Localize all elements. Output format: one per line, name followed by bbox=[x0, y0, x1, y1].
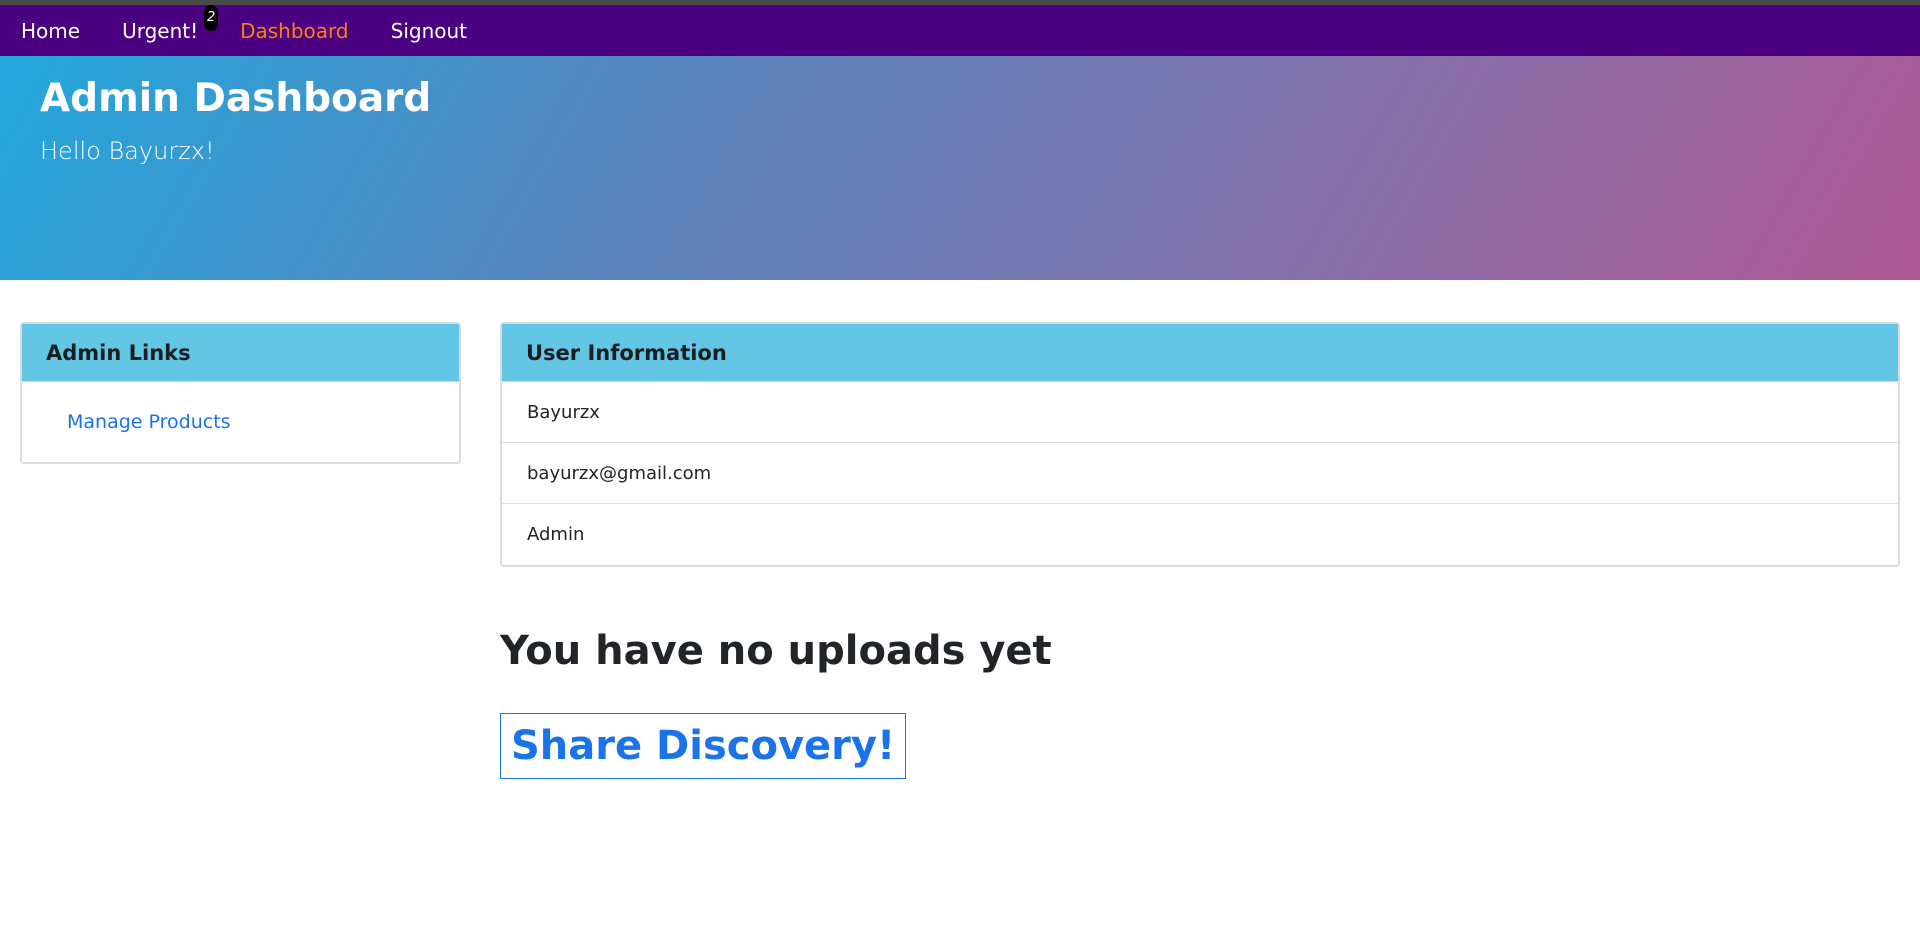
nav-home-link[interactable]: Home bbox=[21, 19, 80, 43]
nav-urgent-label: Urgent! bbox=[122, 18, 199, 43]
user-email-row: bayurzx@gmail.com bbox=[502, 443, 1898, 504]
share-discovery-button[interactable]: Share Discovery! bbox=[500, 713, 907, 779]
urgent-count-badge: 2 bbox=[204, 4, 219, 31]
user-information-header: User Information bbox=[502, 324, 1898, 382]
user-role-row: Admin bbox=[527, 524, 585, 545]
page-title: Admin Dashboard bbox=[40, 76, 432, 121]
admin-links-card: Admin Links Manage Products bbox=[20, 322, 461, 464]
main-panel: User Information Bayurzx bayurzx@gmail.c… bbox=[500, 322, 1900, 779]
content-area: Admin Links Manage Products User Informa… bbox=[0, 280, 1920, 779]
nav-urgent-link[interactable]: Urgent! 2 bbox=[122, 4, 219, 43]
top-navbar: Home Urgent! 2 Dashboard Signout bbox=[0, 4, 1920, 56]
nav-signout-link[interactable]: Signout bbox=[391, 19, 467, 43]
user-information-card: User Information Bayurzx bayurzx@gmail.c… bbox=[500, 322, 1900, 567]
hero-banner: Admin Dashboard Hello Bayurzx! bbox=[0, 56, 1920, 280]
admin-links-header: Admin Links bbox=[22, 324, 459, 382]
sidebar: Admin Links Manage Products bbox=[20, 322, 461, 779]
manage-products-link[interactable]: Manage Products bbox=[67, 411, 231, 433]
admin-links-body: Manage Products bbox=[22, 382, 459, 462]
user-name-row: Bayurzx bbox=[502, 382, 1898, 443]
nav-dashboard-link[interactable]: Dashboard bbox=[240, 19, 349, 43]
greeting-text: Hello Bayurzx! bbox=[40, 136, 215, 165]
no-uploads-heading: You have no uploads yet bbox=[500, 628, 1052, 674]
